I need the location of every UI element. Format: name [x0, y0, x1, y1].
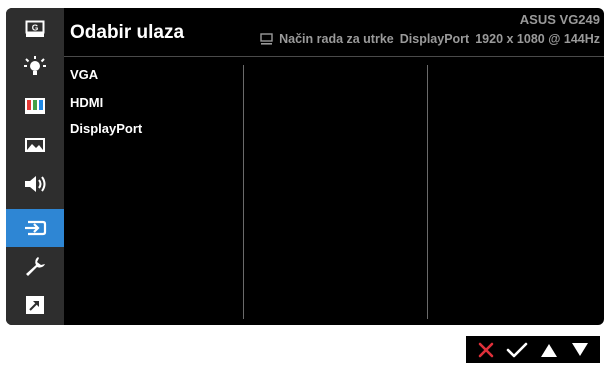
- sidebar-item-sound[interactable]: [6, 165, 64, 203]
- status-bar: Način rada za utrke DisplayPort 1920 x 1…: [260, 32, 600, 46]
- sidebar-item-image[interactable]: [6, 126, 64, 164]
- speaker-icon: [25, 176, 46, 192]
- confirm-button[interactable]: [505, 338, 529, 362]
- arrow-up-icon: [540, 343, 557, 357]
- osd-menu: G Odabir ulaza ASUS VG249 Način rada za …: [6, 8, 604, 325]
- sidebar-item-input-select[interactable]: [6, 209, 64, 247]
- shortcut-icon: [26, 296, 44, 314]
- close-icon: [478, 342, 494, 357]
- sidebar-item-system-setup[interactable]: [6, 247, 64, 285]
- arrow-down-icon: [572, 342, 589, 356]
- page-title: Odabir ulaza: [70, 22, 185, 43]
- image-icon: [25, 138, 45, 152]
- resolution-text: 1920 x 1080 @ 144Hz: [475, 32, 600, 46]
- sidebar-item-shortcut[interactable]: [6, 286, 64, 324]
- navigation-bar: [466, 336, 600, 363]
- monitor-icon: [260, 33, 273, 45]
- color-bars-icon: [25, 98, 45, 114]
- current-input-text: DisplayPort: [399, 32, 470, 46]
- light-bulb-icon: [24, 56, 46, 75]
- model-name: ASUS VG249: [519, 12, 600, 27]
- sidebar-item-splendid[interactable]: [6, 48, 64, 86]
- down-button[interactable]: [568, 338, 592, 362]
- input-select-icon: [25, 220, 47, 236]
- option-hdmi[interactable]: HDMI: [70, 95, 103, 110]
- close-button[interactable]: [474, 338, 498, 362]
- svg-text:G: G: [32, 23, 39, 33]
- up-button[interactable]: [537, 338, 561, 362]
- game-mode-text: Način rada za utrke: [279, 32, 394, 46]
- option-vga[interactable]: VGA: [70, 67, 98, 82]
- wrench-icon: [26, 257, 45, 276]
- check-icon: [506, 342, 528, 357]
- sidebar-item-gameplus[interactable]: G: [6, 10, 64, 48]
- header-divider: [64, 56, 604, 57]
- column-divider: [427, 65, 428, 319]
- sidebar: G: [6, 8, 64, 325]
- gameplus-icon: G: [25, 20, 45, 37]
- column-divider: [243, 65, 244, 319]
- sidebar-item-color[interactable]: [6, 87, 64, 125]
- option-displayport[interactable]: DisplayPort: [70, 121, 142, 136]
